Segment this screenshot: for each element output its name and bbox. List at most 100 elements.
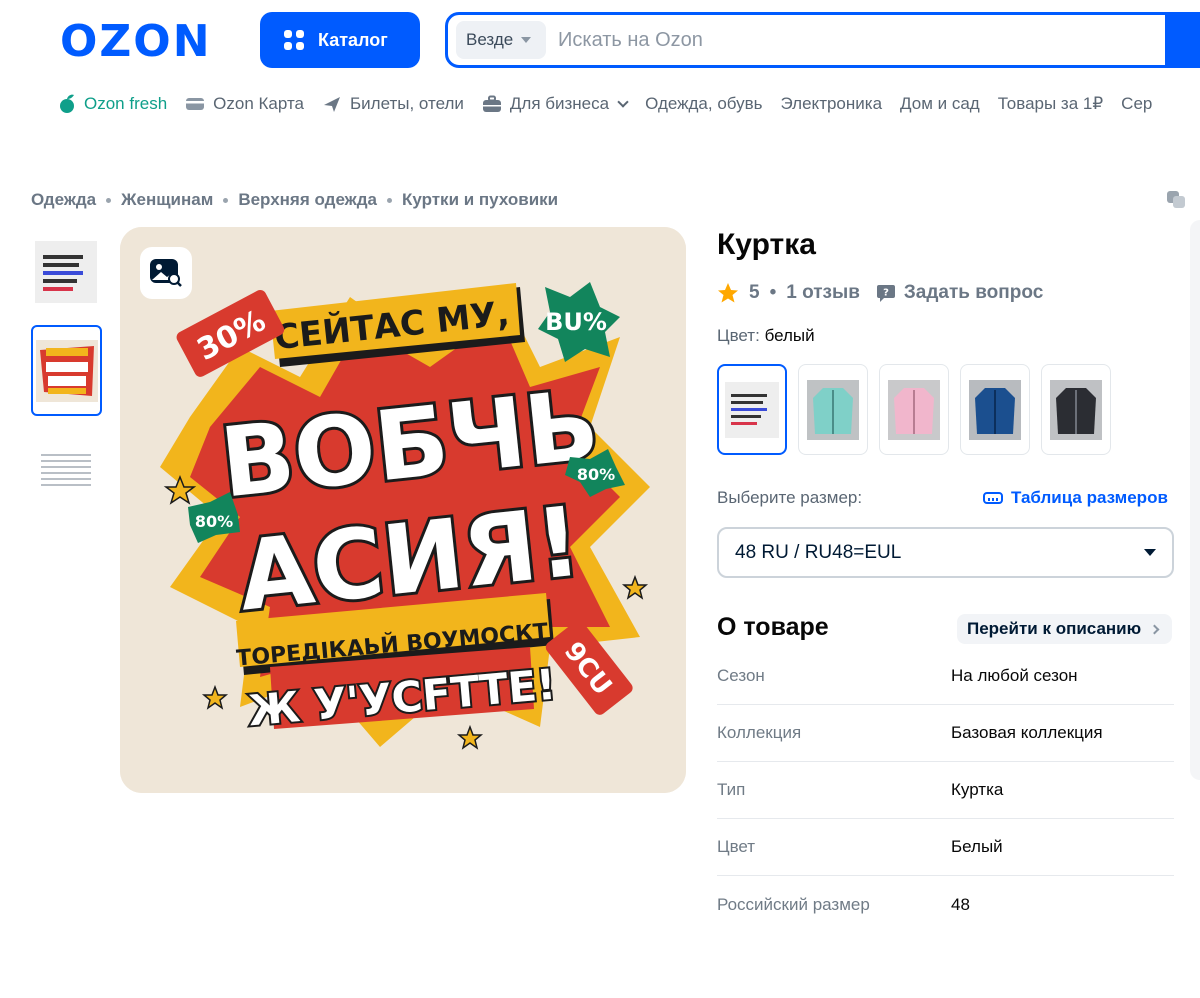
question-bubble-icon: ?: [876, 285, 895, 302]
catalog-label: Каталог: [318, 29, 388, 50]
search-scope-label: Везде: [466, 30, 514, 49]
search-scope-dropdown[interactable]: Везде: [456, 21, 546, 59]
nav-item-clothes[interactable]: Одежда, обувь: [645, 94, 762, 114]
spec-value: Куртка: [951, 780, 1004, 799]
nav-label: Товары за 1₽: [997, 94, 1104, 113]
promo-poster-image: СЕЙТАС МУ, ВОБЧЬ АСИЯ! ТОРЕДIКАЬЙ ВОУМОС…: [120, 227, 686, 793]
nav-item-business[interactable]: Для бизнеса: [482, 94, 629, 114]
nav-item-one-ruble[interactable]: Товары за 1₽: [998, 94, 1103, 114]
poster-text-thumb: [35, 241, 97, 303]
nav-item-home-garden[interactable]: Дом и сад: [900, 94, 980, 114]
nav-item-ozon-fresh[interactable]: Ozon fresh: [58, 94, 167, 114]
size-label: Выберите размер:: [717, 488, 863, 507]
star-icon: [718, 283, 738, 303]
card-icon: [186, 98, 205, 110]
search-submit-button[interactable]: [1165, 12, 1200, 68]
badge-2: BU%: [545, 308, 607, 336]
badge-4: 80%: [195, 512, 233, 531]
size-select[interactable]: 48 RU / RU48=EUL: [717, 527, 1174, 578]
nav-item-more[interactable]: Сер: [1121, 94, 1152, 114]
top-nav: Ozon fresh Ozon Карта Билеты, отели Для …: [58, 90, 1152, 118]
breadcrumb: Одежда Женщинам Верхняя одежда Куртки и …: [31, 190, 558, 210]
jacket-blue-image: [969, 379, 1021, 440]
caret-down-icon: [1144, 549, 1156, 556]
ask-question-label: Задать вопрос: [903, 282, 1044, 303]
about-title: О товаре: [717, 613, 829, 641]
header: OZON Каталог Везде: [0, 0, 1200, 80]
plane-icon: [324, 97, 340, 112]
specs-list: Сезон На любой сезон Коллекция Базовая к…: [717, 648, 1174, 933]
briefcase-icon: [482, 95, 501, 112]
logo-text: OZON: [60, 18, 212, 62]
nav-label: Ozon fresh: [84, 94, 168, 113]
search-input[interactable]: [558, 23, 1118, 57]
color-swatches: [717, 364, 1111, 455]
color-value: белый: [764, 326, 815, 345]
grid-icon: [284, 30, 304, 50]
nav-label: Дом и сад: [900, 94, 980, 113]
gallery-thumbnails: [31, 237, 103, 522]
spec-value: Белый: [951, 837, 1003, 856]
image-search-icon: [150, 259, 182, 287]
swatch-pink-jacket[interactable]: [879, 364, 949, 455]
color-prefix: Цвет:: [717, 326, 760, 345]
nav-label: Билеты, отели: [350, 94, 464, 113]
chevron-right-icon: [1149, 624, 1160, 634]
reviews-link[interactable]: 1 отзыв: [786, 282, 860, 304]
nav-label: Ozon Карта: [213, 94, 304, 113]
ozon-logo[interactable]: OZON: [60, 16, 230, 67]
color-label: Цвет: белый: [717, 326, 815, 346]
ask-question-button[interactable]: ? Задать вопрос: [876, 282, 1043, 304]
badge-3: 80%: [577, 465, 615, 484]
breadcrumb-separator: [386, 197, 392, 203]
thumbnail-2-selected[interactable]: [31, 325, 102, 416]
nav-item-electronics[interactable]: Электроника: [781, 94, 883, 114]
size-table-label: Таблица размеров: [1011, 488, 1168, 507]
breadcrumb-item[interactable]: Куртки и пуховики: [402, 190, 558, 210]
promo-poster-thumb: [35, 339, 98, 402]
nav-item-tickets[interactable]: Билеты, отели: [322, 94, 464, 114]
nav-label: Одежда, обувь: [645, 94, 763, 113]
ozon-fresh-icon: [60, 94, 74, 113]
product-title: Куртка: [717, 228, 816, 261]
spec-key: Сезон: [717, 666, 765, 685]
spec-value: 48: [951, 894, 970, 914]
spec-key: Цвет: [717, 837, 756, 856]
swatch-white-poster[interactable]: [717, 364, 787, 455]
spec-key: Тип: [717, 780, 746, 799]
spec-key: Коллекция: [717, 723, 802, 742]
caret-down-icon: [521, 37, 532, 43]
thumbnail-1[interactable]: [31, 237, 101, 307]
jacket-pink-image: [888, 379, 940, 440]
spec-value: На любой сезон: [951, 666, 1078, 685]
ruler-icon: [983, 492, 1003, 504]
poster-text-thumb: [725, 381, 779, 438]
goto-description-button[interactable]: Перейти к описанию: [957, 614, 1173, 644]
spec-key: Российский размер: [717, 894, 870, 914]
nav-label: Для бизнеса: [509, 94, 610, 113]
spec-row: Коллекция Базовая коллекция: [717, 705, 1174, 762]
breadcrumb-item[interactable]: Верхняя одежда: [238, 190, 377, 210]
spec-value: Базовая коллекция: [951, 723, 1103, 742]
compare-icon[interactable]: [1166, 190, 1188, 210]
goto-description-label: Перейти к описанию: [967, 619, 1142, 638]
image-search-button[interactable]: [140, 247, 192, 299]
rating-row: 5 • 1 отзыв ? Задать вопрос: [717, 282, 1043, 304]
spec-row: Сезон На любой сезон: [717, 648, 1174, 705]
side-panel-edge: [1190, 220, 1200, 780]
breadcrumb-item[interactable]: Одежда: [31, 190, 96, 210]
product-main-image[interactable]: СЕЙТАС МУ, ВОБЧЬ АСИЯ! ТОРЕДIКАЬЙ ВОУМОС…: [120, 227, 686, 793]
size-table-thumb: [35, 438, 97, 500]
spec-row: Цвет Белый: [717, 819, 1174, 876]
thumbnail-3[interactable]: [31, 434, 101, 504]
swatch-blue-jacket[interactable]: [960, 364, 1030, 455]
catalog-button[interactable]: Каталог: [260, 12, 420, 68]
nav-item-ozon-card[interactable]: Ozon Карта: [185, 94, 304, 114]
jacket-black-image: [1050, 379, 1102, 440]
size-table-link[interactable]: Таблица размеров: [983, 488, 1168, 508]
spec-row: Тип Куртка: [717, 762, 1174, 819]
swatch-black-jacket[interactable]: [1041, 364, 1111, 455]
nav-label: Сер: [1121, 94, 1153, 113]
breadcrumb-item[interactable]: Женщинам: [121, 190, 213, 210]
swatch-mint-jacket[interactable]: [798, 364, 868, 455]
